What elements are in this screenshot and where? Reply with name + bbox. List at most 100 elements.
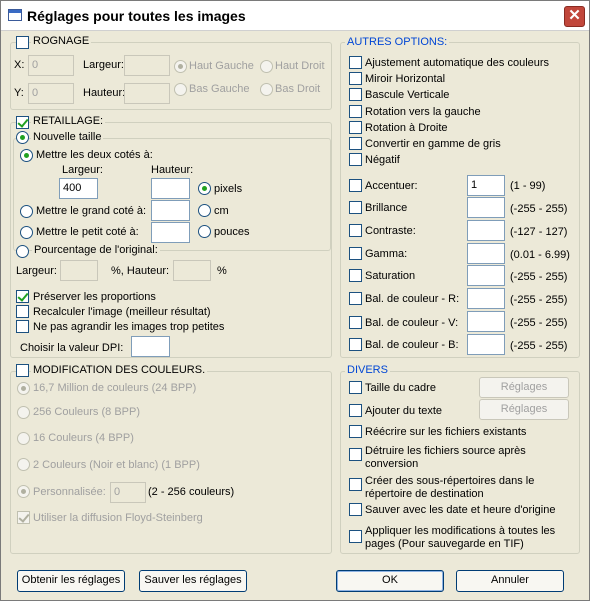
large-side-radio[interactable] bbox=[20, 205, 33, 218]
no-enlarge-checkbox[interactable] bbox=[16, 320, 29, 333]
colors-8bpp-radio[interactable] bbox=[17, 406, 30, 419]
colors-24bpp-radio[interactable] bbox=[17, 382, 30, 395]
gamma-label: Gamma: bbox=[365, 248, 408, 260]
anchor-bottom-right-label: Bas Droit bbox=[275, 83, 321, 95]
get-settings-button[interactable]: Obtenir les réglages bbox=[17, 570, 125, 592]
colors-custom-radio[interactable] bbox=[17, 485, 30, 498]
saturation-label: Saturation bbox=[365, 270, 416, 282]
bal-v-checkbox[interactable] bbox=[349, 316, 362, 329]
pct-width-input[interactable] bbox=[60, 260, 98, 281]
colors-4bpp-radio[interactable] bbox=[17, 432, 30, 445]
bal-r-input[interactable] bbox=[467, 288, 505, 309]
unit-inches-radio[interactable] bbox=[198, 225, 211, 238]
contrast-checkbox[interactable] bbox=[349, 224, 362, 237]
anchor-bottom-right-radio[interactable] bbox=[260, 83, 273, 96]
gamma-input[interactable] bbox=[467, 243, 505, 264]
save-date-checkbox[interactable] bbox=[349, 503, 362, 516]
recompute-label: Recalculer l'image (meilleur résultat) bbox=[33, 306, 211, 318]
delete-source-checkbox[interactable] bbox=[349, 448, 362, 461]
rotate-left-checkbox[interactable] bbox=[349, 105, 362, 118]
cancel-button[interactable]: Annuler bbox=[456, 570, 564, 592]
colors-custom-range: (2 - 256 couleurs) bbox=[148, 486, 235, 498]
pct-height-input[interactable] bbox=[173, 260, 211, 281]
add-text-label: Ajouter du texte bbox=[365, 405, 443, 417]
rotate-right-checkbox[interactable] bbox=[349, 121, 362, 134]
large-side-input[interactable] bbox=[151, 200, 190, 221]
recompute-checkbox[interactable] bbox=[16, 305, 29, 318]
crop-width-input[interactable] bbox=[124, 55, 170, 76]
title-bar[interactable]: Réglages pour toutes les images ✕ bbox=[1, 1, 589, 31]
bal-v-range: (-255 - 255) bbox=[510, 317, 568, 329]
apply-all-pages-label-line2: pages (Pour sauvegarde en TIF) bbox=[365, 538, 524, 550]
rotate-left-label: Rotation vers la gauche bbox=[365, 106, 481, 118]
save-settings-button[interactable]: Sauver les réglages bbox=[139, 570, 247, 592]
apply-all-pages-checkbox[interactable] bbox=[349, 530, 362, 543]
auto-colors-checkbox[interactable] bbox=[349, 56, 362, 69]
crop-y-input[interactable]: 0 bbox=[28, 83, 74, 104]
bal-b-checkbox[interactable] bbox=[349, 338, 362, 351]
close-button[interactable]: ✕ bbox=[564, 6, 585, 27]
flip-checkbox[interactable] bbox=[349, 88, 362, 101]
pct-height-unit: % bbox=[217, 265, 227, 277]
brightness-checkbox[interactable] bbox=[349, 201, 362, 214]
new-size-radio[interactable] bbox=[16, 131, 29, 144]
negative-checkbox[interactable] bbox=[349, 153, 362, 166]
large-side-label: Mettre le grand coté à: bbox=[36, 205, 147, 217]
resize-checkbox[interactable] bbox=[16, 116, 29, 129]
ok-button[interactable]: OK bbox=[336, 570, 444, 592]
both-sides-radio[interactable] bbox=[20, 149, 33, 162]
pct-unit-label: %, Hauteur: bbox=[111, 265, 170, 277]
mirror-checkbox[interactable] bbox=[349, 72, 362, 85]
unit-pixels-radio[interactable] bbox=[198, 182, 211, 195]
anchor-top-left-label: Haut Gauche bbox=[189, 60, 254, 72]
sharpen-checkbox[interactable] bbox=[349, 179, 362, 192]
bal-b-input[interactable] bbox=[467, 334, 505, 355]
grayscale-checkbox[interactable] bbox=[349, 137, 362, 150]
floyd-checkbox[interactable] bbox=[17, 511, 30, 524]
small-side-radio[interactable] bbox=[20, 226, 33, 239]
dpi-input[interactable] bbox=[131, 336, 170, 357]
resize-height-input[interactable] bbox=[151, 178, 190, 199]
bal-v-input[interactable] bbox=[467, 311, 505, 332]
window-title: Réglages pour toutes les images bbox=[27, 8, 246, 24]
crop-height-input[interactable] bbox=[124, 83, 170, 104]
frame-size-checkbox[interactable] bbox=[349, 381, 362, 394]
colors-24bpp-label: 16,7 Million de couleurs (24 BPP) bbox=[33, 382, 197, 394]
gamma-checkbox[interactable] bbox=[349, 247, 362, 260]
frame-size-label: Taille du cadre bbox=[365, 382, 436, 394]
colors-8bpp-label: 256 Couleurs (8 BPP) bbox=[33, 406, 140, 418]
brightness-label: Brillance bbox=[365, 202, 408, 214]
small-side-input[interactable] bbox=[151, 222, 190, 243]
overwrite-label: Réécrire sur les fichiers existants bbox=[365, 426, 527, 438]
sharpen-input[interactable]: 1 bbox=[467, 175, 505, 196]
colors-1bpp-radio[interactable] bbox=[17, 458, 30, 471]
text-settings-button[interactable]: Réglages bbox=[479, 399, 569, 420]
delete-source-label-line1: Détruire les fichiers source après bbox=[365, 445, 526, 457]
contrast-label: Contraste: bbox=[365, 225, 416, 237]
negative-label: Négatif bbox=[365, 154, 400, 166]
resize-width-input[interactable]: 400 bbox=[59, 178, 98, 199]
overwrite-checkbox[interactable] bbox=[349, 425, 362, 438]
keep-proportions-checkbox[interactable] bbox=[16, 290, 29, 303]
brightness-input[interactable] bbox=[467, 197, 505, 218]
contrast-input[interactable] bbox=[467, 220, 505, 241]
colors-custom-input[interactable]: 0 bbox=[110, 482, 146, 503]
crop-checkbox[interactable] bbox=[16, 36, 29, 49]
saturation-input[interactable] bbox=[467, 265, 505, 286]
saturation-checkbox[interactable] bbox=[349, 269, 362, 282]
flip-label: Bascule Verticale bbox=[365, 89, 450, 101]
percentage-radio[interactable] bbox=[16, 245, 29, 258]
misc-label: DIVERS bbox=[345, 364, 390, 376]
crop-x-input[interactable]: 0 bbox=[28, 55, 74, 76]
anchor-top-right-radio[interactable] bbox=[260, 60, 273, 73]
bal-r-range: (-255 - 255) bbox=[510, 294, 568, 306]
keep-proportions-label: Préserver les proportions bbox=[33, 291, 156, 303]
create-subdirs-checkbox[interactable] bbox=[349, 478, 362, 491]
anchor-top-left-radio[interactable] bbox=[174, 60, 187, 73]
add-text-checkbox[interactable] bbox=[349, 404, 362, 417]
unit-cm-radio[interactable] bbox=[198, 204, 211, 217]
colors-checkbox[interactable] bbox=[16, 364, 29, 377]
frame-settings-button[interactable]: Réglages bbox=[479, 377, 569, 398]
anchor-bottom-left-radio[interactable] bbox=[174, 83, 187, 96]
bal-r-checkbox[interactable] bbox=[349, 292, 362, 305]
